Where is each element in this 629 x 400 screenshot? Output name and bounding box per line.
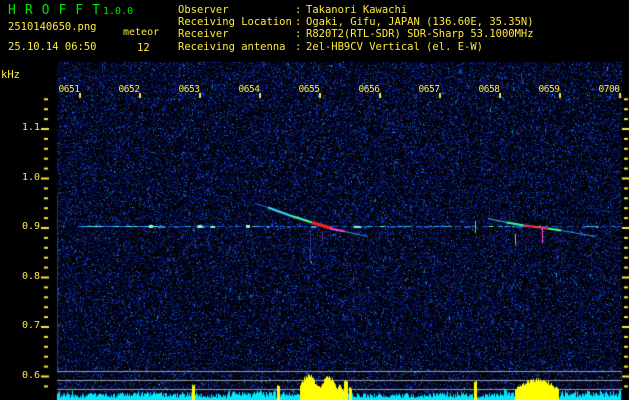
freq-label: 0.7	[21, 320, 40, 331]
info-value: R820T2(RTL-SDR) SDR-Sharp 53.1000MHz	[306, 28, 534, 41]
freq-label: 0.9	[21, 221, 40, 232]
info-row-receiver: Receiver: R820T2(RTL-SDR) SDR-Sharp 53.10…	[178, 28, 534, 40]
time-label: 0653	[178, 84, 200, 95]
info-separator: :	[295, 40, 302, 53]
info-row-location: Receiving Location: Ogaki, Gifu, JAPAN (1…	[178, 16, 534, 28]
freq-label: 1.0	[21, 171, 40, 183]
info-separator: :	[295, 28, 302, 41]
datetime-label: 25.10.14 06:50	[8, 41, 97, 53]
station-info: Observer: Takanori Kawachi Receiving Loca…	[178, 4, 534, 53]
time-label: 0658	[478, 84, 500, 95]
time-label: 0652	[118, 84, 140, 95]
freq-label: 1.1	[21, 122, 40, 133]
info-value: Takanori Kawachi	[306, 4, 408, 16]
info-label: Receiver	[178, 28, 229, 41]
time-label: 0700	[598, 84, 620, 95]
freq-unit-label: kHz	[1, 69, 20, 81]
app-title: HROFFT	[8, 3, 109, 18]
spectrogram-canvas	[0, 0, 629, 400]
info-row-antenna: Receiving antenna:2el-HB9CV Vertical (el…	[178, 41, 534, 53]
info-value: 2el-HB9CV Vertical (el. E-W)	[306, 40, 484, 53]
info-label: Receiving Location	[178, 16, 292, 29]
info-row-observer: Observer: Takanori Kawachi	[178, 4, 534, 16]
info-label: Receiving antenna	[178, 40, 286, 53]
time-label: 0656	[358, 84, 380, 95]
info-label: Observer	[178, 4, 229, 16]
info-separator: :	[295, 16, 302, 29]
hrofft-window: HROFFT 1.0.0 2510140650.png meteor 25.10…	[0, 0, 629, 400]
freq-label: 0.6	[21, 369, 40, 381]
time-label: 0659	[538, 84, 560, 95]
freq-label: 0.8	[21, 270, 40, 282]
info-value: Ogaki, Gifu, JAPAN (136.60E, 35.35N)	[306, 16, 534, 29]
time-label: 0654	[238, 84, 260, 95]
output-filename: 2510140650.png	[8, 21, 97, 33]
time-label: 0655	[298, 84, 320, 95]
echo-count: 12	[137, 42, 150, 54]
time-label: 0651	[58, 84, 80, 95]
app-version: 1.0.0	[103, 6, 134, 17]
info-separator: :	[295, 4, 302, 16]
time-label: 0657	[418, 84, 440, 95]
mode-label: meteor	[123, 27, 160, 38]
